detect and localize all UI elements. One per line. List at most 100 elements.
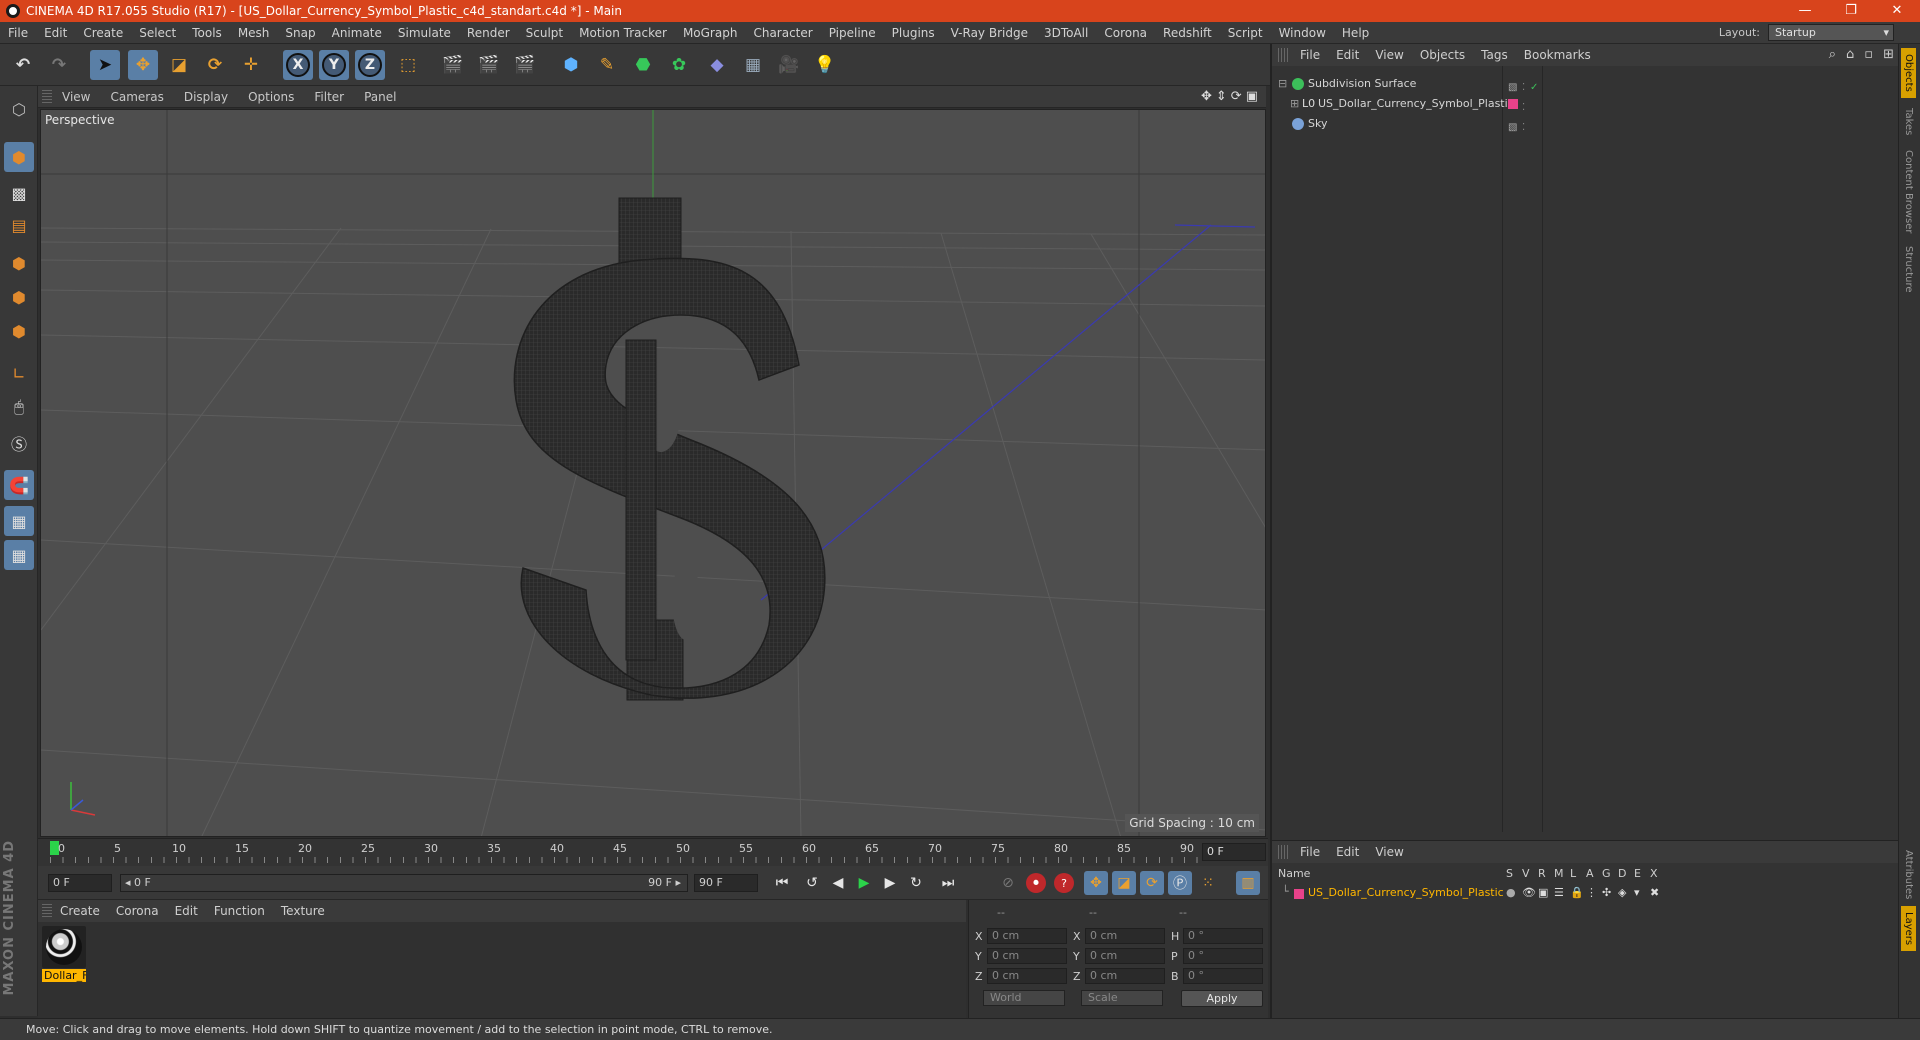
menu-window[interactable]: Window bbox=[1271, 22, 1334, 44]
object-name[interactable]: US_Dollar_Currency_Symbol_Plastic bbox=[1318, 94, 1514, 114]
pen-icon[interactable]: ✎ bbox=[592, 50, 622, 80]
key-scale-icon[interactable]: ◪ bbox=[1112, 871, 1136, 895]
next-frame-icon[interactable]: ▶ bbox=[878, 871, 902, 895]
menu-motion-tracker[interactable]: Motion Tracker bbox=[571, 22, 675, 44]
make-editable-icon[interactable]: ⬡ bbox=[4, 94, 34, 124]
scale-icon[interactable]: ◪ bbox=[164, 50, 194, 80]
select-icon[interactable]: ➤ bbox=[90, 50, 120, 80]
viewport-menu-panel[interactable]: Panel bbox=[354, 90, 406, 104]
menu-3dtoall[interactable]: 3DToAll bbox=[1036, 22, 1096, 44]
layer-tag-icon[interactable]: ▧ bbox=[1508, 118, 1517, 138]
render-view-icon[interactable]: 🎬 bbox=[438, 50, 468, 80]
tab-content-browser[interactable]: Content Browser bbox=[1901, 144, 1916, 239]
solo-mode-icon[interactable]: Ⓢ bbox=[4, 428, 34, 458]
record-active-icon[interactable]: ⊘ bbox=[996, 871, 1020, 895]
close-button[interactable]: ✕ bbox=[1874, 0, 1920, 22]
tweak-mode-icon[interactable]: 🖱 bbox=[4, 392, 34, 422]
material-menu-corona[interactable]: Corona bbox=[108, 904, 167, 918]
collapse-icon[interactable]: ⊟ bbox=[1278, 74, 1287, 94]
maximize-view-icon[interactable]: ▣ bbox=[1246, 89, 1258, 104]
menu-file[interactable]: File bbox=[0, 22, 36, 44]
object-menu-edit[interactable]: Edit bbox=[1328, 48, 1367, 62]
current-frame-field[interactable]: 0 F bbox=[1202, 843, 1266, 861]
move-icon[interactable]: ✥ bbox=[128, 50, 158, 80]
panel-menu-icon[interactable]: ⊞ bbox=[1883, 47, 1894, 62]
3d-viewport[interactable]: Perspective Grid Spacing : 10 cm bbox=[40, 109, 1266, 837]
size-x-field[interactable]: 0 cm bbox=[1085, 928, 1165, 944]
pos-z-field[interactable]: 0 cm bbox=[987, 968, 1067, 984]
orbit-icon[interactable]: ⟳ bbox=[1231, 89, 1242, 104]
generator-toggle-icon[interactable]: ✣ bbox=[1602, 886, 1611, 899]
menu-render[interactable]: Render bbox=[459, 22, 518, 44]
pan-icon[interactable]: ✥ bbox=[1201, 89, 1212, 104]
deformer-icon[interactable]: ◆ bbox=[702, 50, 732, 80]
keyframe-selection-icon[interactable]: ? bbox=[1052, 871, 1076, 895]
z-axis-icon[interactable]: Z bbox=[355, 50, 385, 80]
menu-snap[interactable]: Snap bbox=[277, 22, 323, 44]
end-frame-field[interactable]: 90 F bbox=[694, 874, 758, 892]
menu-mograph[interactable]: MoGraph bbox=[675, 22, 746, 44]
expression-toggle-icon[interactable]: ▾ bbox=[1634, 886, 1640, 899]
workplane-lock-icon[interactable]: ▦ bbox=[4, 506, 34, 536]
solo-toggle-icon[interactable]: ● bbox=[1506, 886, 1516, 899]
key-rotation-icon[interactable]: ⟳ bbox=[1140, 871, 1164, 895]
viewport-menu-cameras[interactable]: Cameras bbox=[100, 90, 173, 104]
play-forward-icon[interactable]: ▶ bbox=[852, 871, 876, 895]
rotate-icon[interactable]: ⟳ bbox=[200, 50, 230, 80]
size-mode-dropdown[interactable]: Scale bbox=[1081, 990, 1163, 1006]
menu-edit[interactable]: Edit bbox=[36, 22, 75, 44]
dolly-icon[interactable]: ⇕ bbox=[1216, 89, 1227, 104]
layer-col-locked[interactable]: L bbox=[1570, 867, 1576, 880]
subdivision-icon[interactable]: ⬣ bbox=[628, 50, 658, 80]
timeline-window-icon[interactable]: ▥ bbox=[1236, 871, 1260, 895]
key-parameter-icon[interactable]: Ⓟ bbox=[1168, 871, 1192, 895]
tab-takes[interactable]: Takes bbox=[1901, 102, 1916, 141]
size-y-field[interactable]: 0 cm bbox=[1085, 948, 1165, 964]
material-menu-function[interactable]: Function bbox=[206, 904, 273, 918]
viewport-menu-options[interactable]: Options bbox=[238, 90, 304, 104]
menu-corona[interactable]: Corona bbox=[1096, 22, 1155, 44]
manager-toggle-icon[interactable]: ☰ bbox=[1554, 886, 1564, 899]
layer-col-name[interactable]: Name bbox=[1278, 867, 1310, 880]
camera-icon[interactable]: 🎥 bbox=[774, 50, 804, 80]
undo-icon[interactable]: ↶ bbox=[8, 50, 38, 80]
object-row-subdivision[interactable]: ⊟ Subdivision Surface ▧ ⁚ ✓ bbox=[1272, 74, 1900, 94]
menu-pipeline[interactable]: Pipeline bbox=[821, 22, 884, 44]
layer-col-expressions[interactable]: E bbox=[1634, 867, 1641, 880]
viewport-menu-filter[interactable]: Filter bbox=[304, 90, 354, 104]
panel-grip-icon[interactable] bbox=[42, 904, 52, 918]
deformer-toggle-icon[interactable]: ◈ bbox=[1618, 886, 1626, 899]
cube-icon[interactable]: ⬢ bbox=[556, 50, 586, 80]
previous-key-icon[interactable]: ↺ bbox=[800, 871, 824, 895]
menu-character[interactable]: Character bbox=[745, 22, 820, 44]
viewport-menu-display[interactable]: Display bbox=[174, 90, 238, 104]
layer-col-manager[interactable]: M bbox=[1554, 867, 1564, 880]
light-icon[interactable]: 💡 bbox=[810, 50, 840, 80]
object-menu-objects[interactable]: Objects bbox=[1412, 48, 1473, 62]
tab-objects[interactable]: Objects bbox=[1901, 48, 1916, 98]
layout-dropdown[interactable]: Startup bbox=[1768, 24, 1894, 41]
pos-x-field[interactable]: 0 cm bbox=[987, 928, 1067, 944]
planar-workplane-icon[interactable]: ▦ bbox=[4, 540, 34, 570]
render-toggle-icon[interactable]: ▣ bbox=[1538, 886, 1548, 899]
layer-col-animation[interactable]: A bbox=[1586, 867, 1594, 880]
menu-script[interactable]: Script bbox=[1220, 22, 1271, 44]
tab-layers[interactable]: Layers bbox=[1901, 906, 1916, 952]
layer-col-solo[interactable]: S bbox=[1506, 867, 1513, 880]
size-z-field[interactable]: 0 cm bbox=[1085, 968, 1165, 984]
menu-plugins[interactable]: Plugins bbox=[884, 22, 943, 44]
object-row-sky[interactable]: Sky ▧ ⁚ bbox=[1272, 114, 1900, 134]
animation-toggle-icon[interactable]: ⋮ bbox=[1586, 886, 1597, 899]
layer-col-generators[interactable]: G bbox=[1602, 867, 1611, 880]
object-name[interactable]: Sky bbox=[1308, 114, 1327, 134]
go-to-start-icon[interactable]: ⏮ bbox=[770, 871, 794, 895]
apply-button[interactable]: Apply bbox=[1181, 990, 1263, 1007]
menu-tools[interactable]: Tools bbox=[184, 22, 230, 44]
menu-vray-bridge[interactable]: V-Ray Bridge bbox=[943, 22, 1036, 44]
layer-menu-edit[interactable]: Edit bbox=[1328, 845, 1367, 859]
axis-mode-icon[interactable]: ∟ bbox=[4, 358, 34, 388]
rot-p-field[interactable]: 0 ° bbox=[1183, 948, 1263, 964]
layer-color-swatch[interactable] bbox=[1508, 99, 1518, 109]
material-menu-edit[interactable]: Edit bbox=[167, 904, 206, 918]
object-menu-bookmarks[interactable]: Bookmarks bbox=[1516, 48, 1599, 62]
